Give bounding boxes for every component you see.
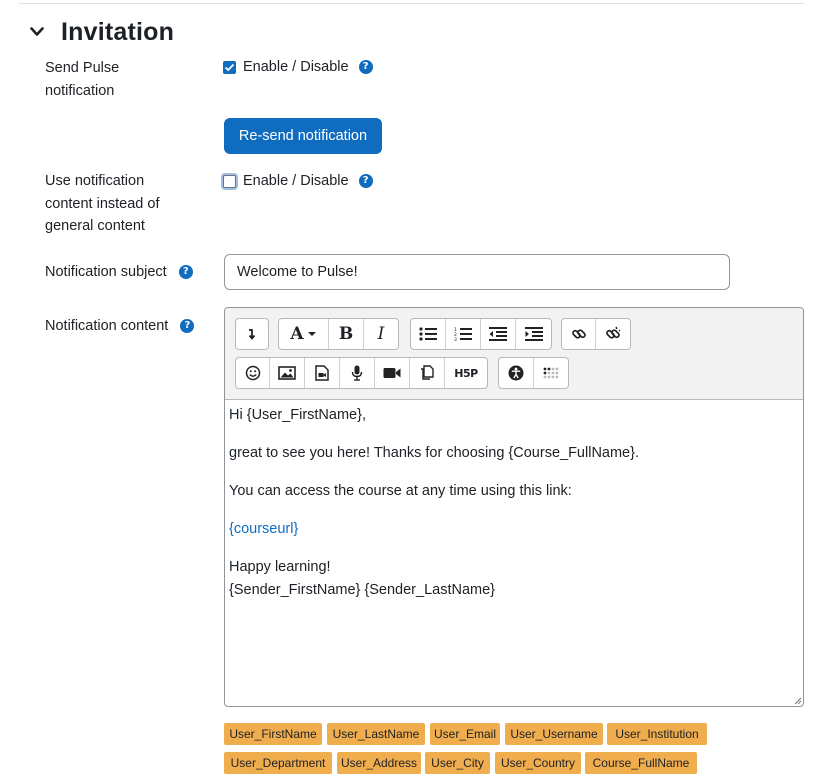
- use-notification-checkbox[interactable]: [223, 174, 236, 188]
- accessibility-checker-icon[interactable]: [499, 358, 534, 388]
- unordered-list-icon[interactable]: [411, 319, 446, 349]
- use-notification-content-label: Use notification content instead of gene…: [45, 173, 160, 234]
- content-signature: {Sender_FirstName} {Sender_LastName}: [229, 581, 495, 598]
- editor-toolbar: A B I 123 H5P: [225, 308, 803, 400]
- collapse-icon[interactable]: [236, 319, 268, 349]
- screenreader-helper-icon[interactable]: [534, 358, 568, 388]
- h5p-label: H5P: [454, 366, 478, 380]
- toolbar-group-links: [561, 318, 631, 350]
- indent-icon[interactable]: [516, 319, 551, 349]
- content-line: You can access the course at any time us…: [229, 483, 572, 499]
- placeholder-tag[interactable]: User_City: [425, 752, 490, 774]
- svg-text:3: 3: [454, 337, 457, 341]
- ordered-list-icon[interactable]: 123: [446, 319, 481, 349]
- editor-content[interactable]: Hi {User_FirstName}, great to see you he…: [229, 404, 799, 601]
- notification-subject-input[interactable]: Welcome to Pulse!: [224, 254, 730, 290]
- use-notification-checkbox-label[interactable]: Enable / Disable: [243, 173, 349, 189]
- help-icon[interactable]: ?: [358, 60, 373, 74]
- image-icon[interactable]: [270, 358, 305, 388]
- placeholder-tag[interactable]: User_LastName: [327, 723, 425, 745]
- placeholder-tag[interactable]: User_Email: [430, 723, 500, 745]
- send-pulse-toggle: Enable / Disable ?: [223, 59, 373, 75]
- toolbar-group-insert: H5P: [235, 357, 488, 389]
- h5p-icon[interactable]: H5P: [445, 358, 487, 388]
- notification-content-label-row: Notification content ?: [45, 315, 195, 338]
- outdent-icon[interactable]: [481, 319, 516, 349]
- manage-files-icon[interactable]: [410, 358, 445, 388]
- placeholder-tag[interactable]: User_Department: [224, 752, 332, 774]
- placeholder-tag[interactable]: Course_FullName: [585, 752, 697, 774]
- italic-letter: I: [377, 324, 385, 344]
- placeholder-tag[interactable]: User_Username: [505, 723, 603, 745]
- media-icon[interactable]: [305, 358, 340, 388]
- placeholder-tag[interactable]: User_Address: [337, 752, 421, 774]
- resize-handle-icon[interactable]: [792, 695, 802, 705]
- section-header[interactable]: Invitation: [28, 14, 174, 50]
- help-icon[interactable]: ?: [178, 265, 193, 280]
- notification-content-editor[interactable]: A B I 123 H5P Hi {User_FirstName}, great…: [224, 307, 804, 707]
- section-title: Invitation: [61, 17, 175, 46]
- toolbar-group-accessibility: [498, 357, 569, 389]
- help-icon[interactable]: ?: [180, 319, 195, 334]
- resend-notification-button[interactable]: Re-send notification: [224, 118, 382, 154]
- send-pulse-checkbox-label[interactable]: Enable / Disable: [243, 59, 349, 75]
- placeholder-tag[interactable]: User_Institution: [607, 723, 707, 745]
- send-pulse-label: Send Pulse notification: [45, 60, 120, 99]
- content-line: great to see you here! Thanks for choosi…: [229, 445, 639, 461]
- bold-letter: B: [338, 324, 354, 344]
- placeholder-tag[interactable]: User_FirstName: [224, 723, 322, 745]
- course-url-link[interactable]: {courseurl}: [229, 518, 799, 541]
- unlink-icon[interactable]: [596, 319, 630, 349]
- bold-icon[interactable]: B: [329, 319, 364, 349]
- chevron-down-icon[interactable]: [28, 23, 46, 41]
- notification-content-label: Notification content: [45, 318, 169, 334]
- italic-icon[interactable]: I: [364, 319, 398, 349]
- send-pulse-checkbox[interactable]: [223, 60, 236, 74]
- font-color-icon[interactable]: A: [279, 319, 329, 349]
- notification-subject-label-row: Notification subject ?: [45, 261, 193, 284]
- placeholder-tag[interactable]: User_Country: [495, 752, 581, 774]
- section-divider: [19, 3, 804, 4]
- content-closing: Happy learning!: [229, 559, 331, 575]
- toolbar-group-collapse: [235, 318, 269, 350]
- use-notification-toggle: Enable / Disable ?: [223, 173, 373, 189]
- font-color-letter: A: [290, 324, 304, 344]
- toolbar-group-style: A B I: [278, 318, 399, 350]
- record-video-icon[interactable]: [375, 358, 410, 388]
- notification-subject-label: Notification subject: [45, 264, 167, 280]
- toolbar-group-lists: 123: [410, 318, 552, 350]
- record-audio-icon[interactable]: [340, 358, 375, 388]
- content-greeting: Hi {User_FirstName},: [229, 407, 366, 423]
- help-icon[interactable]: ?: [358, 174, 373, 188]
- link-icon[interactable]: [562, 319, 596, 349]
- emoji-icon[interactable]: [236, 358, 270, 388]
